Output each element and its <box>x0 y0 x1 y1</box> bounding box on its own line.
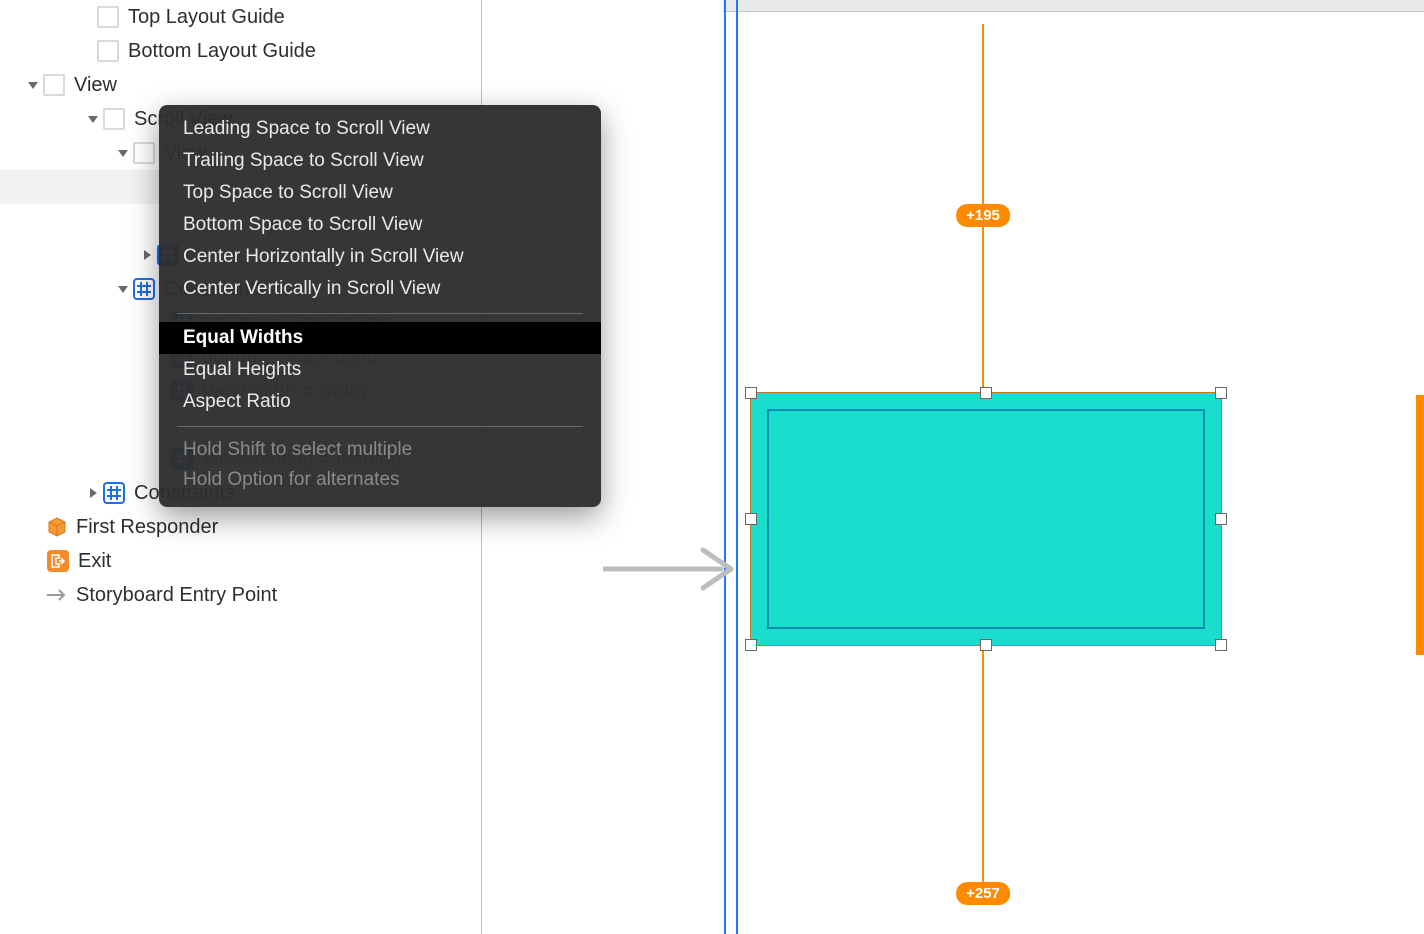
constraint-offset-badge-bottom[interactable]: +257 <box>956 882 1010 905</box>
badge-value: +257 <box>966 885 1000 902</box>
outline-item-first-responder[interactable]: First Responder <box>0 510 481 544</box>
disclosure-triangle-icon[interactable] <box>140 245 154 266</box>
menu-label: Leading Space to Scroll View <box>183 118 430 139</box>
menu-item-equal-widths[interactable]: Equal Widths <box>159 322 601 354</box>
view-icon <box>96 5 120 29</box>
outline-item-entry-point[interactable]: Storyboard Entry Point <box>0 578 481 612</box>
outline-label: Exit <box>78 550 111 573</box>
disclosure-triangle-icon[interactable] <box>26 75 40 96</box>
outline-item-view[interactable]: View <box>0 68 481 102</box>
badge-value: +195 <box>966 207 1000 224</box>
menu-label: Equal Heights <box>183 359 301 380</box>
menu-item-center-vertically[interactable]: Center Vertically in Scroll View <box>159 273 601 305</box>
menu-item-top-space[interactable]: Top Space to Scroll View <box>159 177 601 209</box>
menu-hint-shift: Hold Shift to select multiple <box>159 435 601 465</box>
exit-icon <box>46 549 70 573</box>
disclosure-triangle-icon[interactable] <box>116 143 130 164</box>
outline-label: Storyboard Entry Point <box>76 584 277 607</box>
resize-handle-bc[interactable] <box>980 639 992 651</box>
resize-handle-tl[interactable] <box>745 387 757 399</box>
menu-item-trailing-space[interactable]: Trailing Space to Scroll View <box>159 145 601 177</box>
menu-item-bottom-space[interactable]: Bottom Space to Scroll View <box>159 209 601 241</box>
outline-item-exit[interactable]: Exit <box>0 544 481 578</box>
outline-label: First Responder <box>76 516 218 539</box>
offscreen-scene-edge <box>1416 395 1424 655</box>
outline-item-bottom-layout-guide[interactable]: Bottom Layout Guide <box>0 34 481 68</box>
view-icon <box>96 39 120 63</box>
menu-separator <box>177 313 583 314</box>
view-icon <box>42 73 66 97</box>
outline-item-top-layout-guide[interactable]: Top Layout Guide <box>0 0 481 34</box>
resize-handle-tc[interactable] <box>980 387 992 399</box>
menu-label: Bottom Space to Scroll View <box>183 214 422 235</box>
outline-label: View <box>74 74 117 97</box>
menu-label: Aspect Ratio <box>183 391 291 412</box>
constraint-icon <box>102 481 126 505</box>
resize-handle-bl[interactable] <box>745 639 757 651</box>
constraint-icon <box>132 277 156 301</box>
selected-view[interactable] <box>751 393 1221 645</box>
resize-handle-tr[interactable] <box>1215 387 1227 399</box>
resize-handle-br[interactable] <box>1215 639 1227 651</box>
menu-item-equal-heights[interactable]: Equal Heights <box>159 354 601 386</box>
menu-item-leading-space[interactable]: Leading Space to Scroll View <box>159 113 601 145</box>
scene-margin-guide <box>736 0 738 934</box>
menu-label: Center Vertically in Scroll View <box>183 278 440 299</box>
resize-handle-ml[interactable] <box>745 513 757 525</box>
view-icon <box>132 141 156 165</box>
interface-builder-canvas[interactable]: +195 +257 <box>483 0 1424 934</box>
outline-label: Top Layout Guide <box>128 6 285 29</box>
menu-label: Trailing Space to Scroll View <box>183 150 424 171</box>
disclosure-triangle-icon[interactable] <box>86 109 100 130</box>
selected-view-margin <box>767 409 1205 629</box>
menu-label: Equal Widths <box>183 327 303 348</box>
menu-hint-option: Hold Option for alternates <box>159 465 601 495</box>
view-icon <box>102 107 126 131</box>
menu-separator <box>177 426 583 427</box>
constraint-offset-badge-top[interactable]: +195 <box>956 204 1010 227</box>
resize-handle-mr[interactable] <box>1215 513 1227 525</box>
disclosure-triangle-icon[interactable] <box>116 279 130 300</box>
storyboard-entry-arrow[interactable] <box>603 544 743 584</box>
outline-label: Bottom Layout Guide <box>128 40 316 63</box>
arrow-right-icon <box>46 584 68 606</box>
menu-item-center-horizontally[interactable]: Center Horizontally in Scroll View <box>159 241 601 273</box>
disclosure-triangle-icon[interactable] <box>86 483 100 504</box>
pin-constraint-context-menu: Leading Space to Scroll View Trailing Sp… <box>159 105 601 507</box>
scene-left-guide <box>724 0 726 934</box>
cube-icon <box>46 516 68 538</box>
menu-item-aspect-ratio[interactable]: Aspect Ratio <box>159 386 601 418</box>
menu-label: Top Space to Scroll View <box>183 182 393 203</box>
menu-label: Center Horizontally in Scroll View <box>183 246 464 267</box>
canvas-ruler <box>723 0 1424 12</box>
